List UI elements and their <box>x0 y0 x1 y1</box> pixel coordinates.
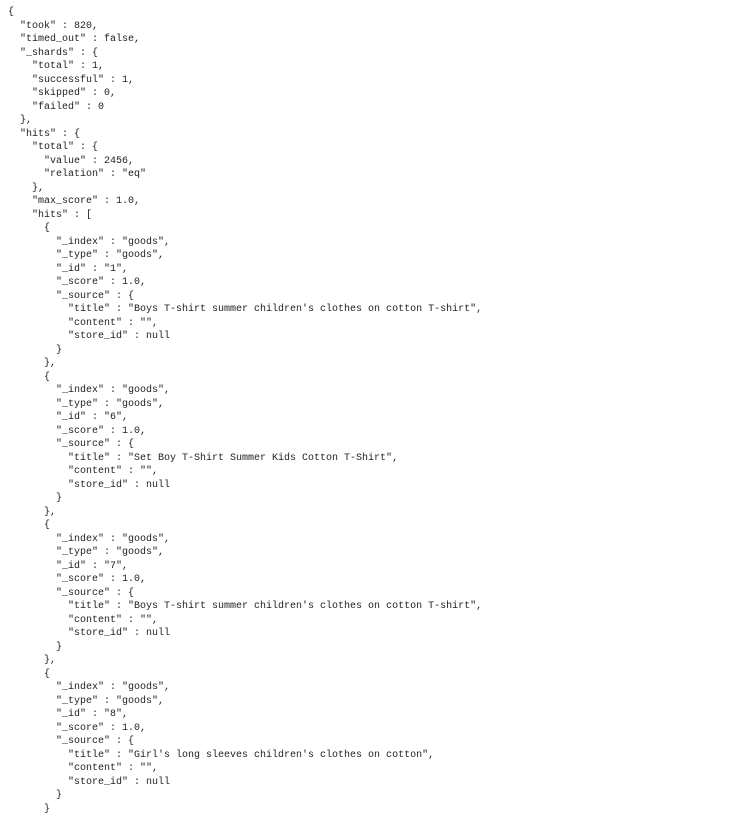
json-response-text: { "took" : 820, "timed_out" : false, "_s… <box>0 0 750 822</box>
